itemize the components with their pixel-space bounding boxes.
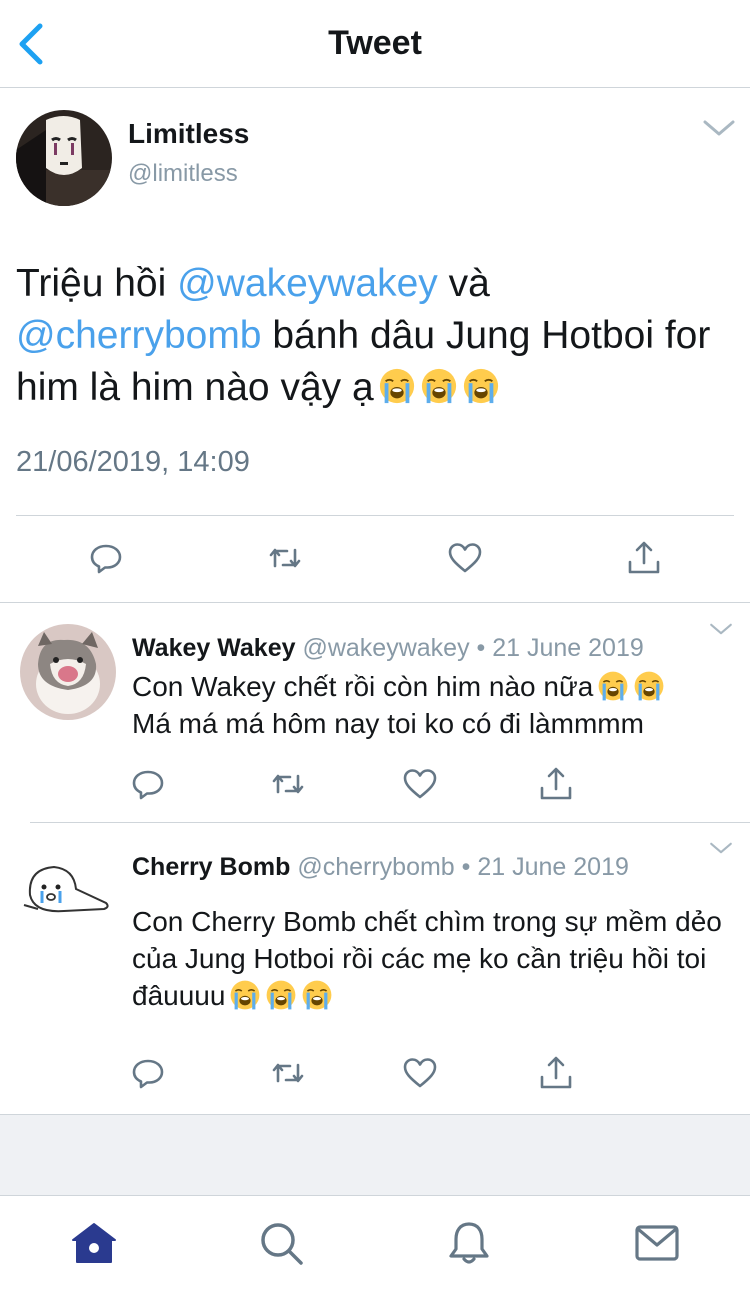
tweet-text: Triệu hồi @wakeywakey và @cherrybomb bán… — [16, 258, 736, 414]
reply-tweet[interactable]: Wakey Wakey @wakeywakey • 21 June 2019 C… — [0, 604, 750, 822]
crying-face-icon — [633, 670, 665, 702]
reply-date: • 21 June 2019 — [476, 634, 644, 662]
crying-face-icon — [462, 367, 500, 405]
tweet-text-part: Triệu hồi — [16, 262, 178, 305]
chevron-down-icon[interactable] — [708, 622, 734, 636]
reply-text: Con Wakey chết rồi còn him nào nữa Má má… — [132, 668, 732, 742]
reply-icon[interactable] — [128, 1053, 168, 1093]
home-icon[interactable] — [69, 1218, 119, 1268]
reply-tweet[interactable]: Cherry Bomb @cherrybomb • 21 June 2019 C… — [0, 823, 750, 1114]
mention-link[interactable]: @cherrybomb — [16, 314, 262, 357]
reply-text-line: Con Wakey chết rồi còn him nào nữa — [132, 671, 594, 702]
tweet-actions — [0, 538, 750, 582]
messages-icon[interactable] — [632, 1218, 682, 1268]
author-name[interactable]: Limitless — [128, 118, 249, 150]
share-icon[interactable] — [624, 538, 664, 578]
share-icon[interactable] — [536, 764, 576, 804]
tweet-actions — [120, 1053, 720, 1093]
avatar[interactable] — [20, 624, 116, 720]
crying-face-icon — [229, 979, 261, 1011]
reply-date: • 21 June 2019 — [461, 853, 629, 881]
search-icon[interactable] — [256, 1218, 306, 1268]
author-handle[interactable]: @limitless — [128, 160, 238, 188]
avatar[interactable] — [20, 843, 116, 939]
crying-face-icon — [265, 979, 297, 1011]
like-icon[interactable] — [400, 764, 440, 804]
like-icon[interactable] — [400, 1053, 440, 1093]
retweet-icon[interactable] — [265, 538, 305, 578]
reply-header: Cherry Bomb @cherrybomb • 21 June 2019 — [132, 853, 629, 882]
bottom-tab-bar — [0, 1195, 750, 1293]
author-handle[interactable]: @cherrybomb — [297, 853, 454, 881]
tweet-actions — [120, 764, 720, 804]
reply-text-line: Con Cherry Bomb chết chìm trong sự mềm d… — [132, 906, 722, 1011]
crying-face-icon — [420, 367, 458, 405]
notifications-icon[interactable] — [444, 1218, 494, 1268]
divider — [16, 515, 734, 516]
page-title: Tweet — [328, 24, 422, 62]
top-navigation-bar: Tweet — [0, 0, 750, 88]
reply-text: Con Cherry Bomb chết chìm trong sự mềm d… — [132, 903, 722, 1014]
share-icon[interactable] — [536, 1053, 576, 1093]
mention-link[interactable]: @wakeywakey — [177, 262, 438, 305]
author-handle[interactable]: @wakeywakey — [302, 634, 469, 662]
author-name[interactable]: Wakey Wakey — [132, 634, 296, 662]
crying-face-icon — [301, 979, 333, 1011]
reply-icon[interactable] — [86, 538, 126, 578]
retweet-icon[interactable] — [268, 764, 308, 804]
author-name[interactable]: Cherry Bomb — [132, 853, 290, 881]
avatar[interactable] — [16, 110, 112, 206]
reply-icon[interactable] — [128, 764, 168, 804]
reply-text-line: Má má má hôm nay toi ko có đi làmmmm — [132, 708, 644, 739]
crying-face-icon — [378, 367, 416, 405]
tweet-text-part: và — [437, 262, 490, 305]
main-tweet: Limitless @limitless Triệu hồi @wakeywak… — [0, 88, 750, 603]
crying-face-icon — [597, 670, 629, 702]
retweet-icon[interactable] — [268, 1053, 308, 1093]
like-icon[interactable] — [445, 538, 485, 578]
empty-area — [0, 1115, 750, 1195]
chevron-down-icon[interactable] — [702, 118, 736, 138]
reply-header: Wakey Wakey @wakeywakey • 21 June 2019 — [132, 634, 644, 663]
chevron-down-icon[interactable] — [708, 841, 734, 855]
tweet-timestamp: 21/06/2019, 14:09 — [16, 446, 250, 478]
